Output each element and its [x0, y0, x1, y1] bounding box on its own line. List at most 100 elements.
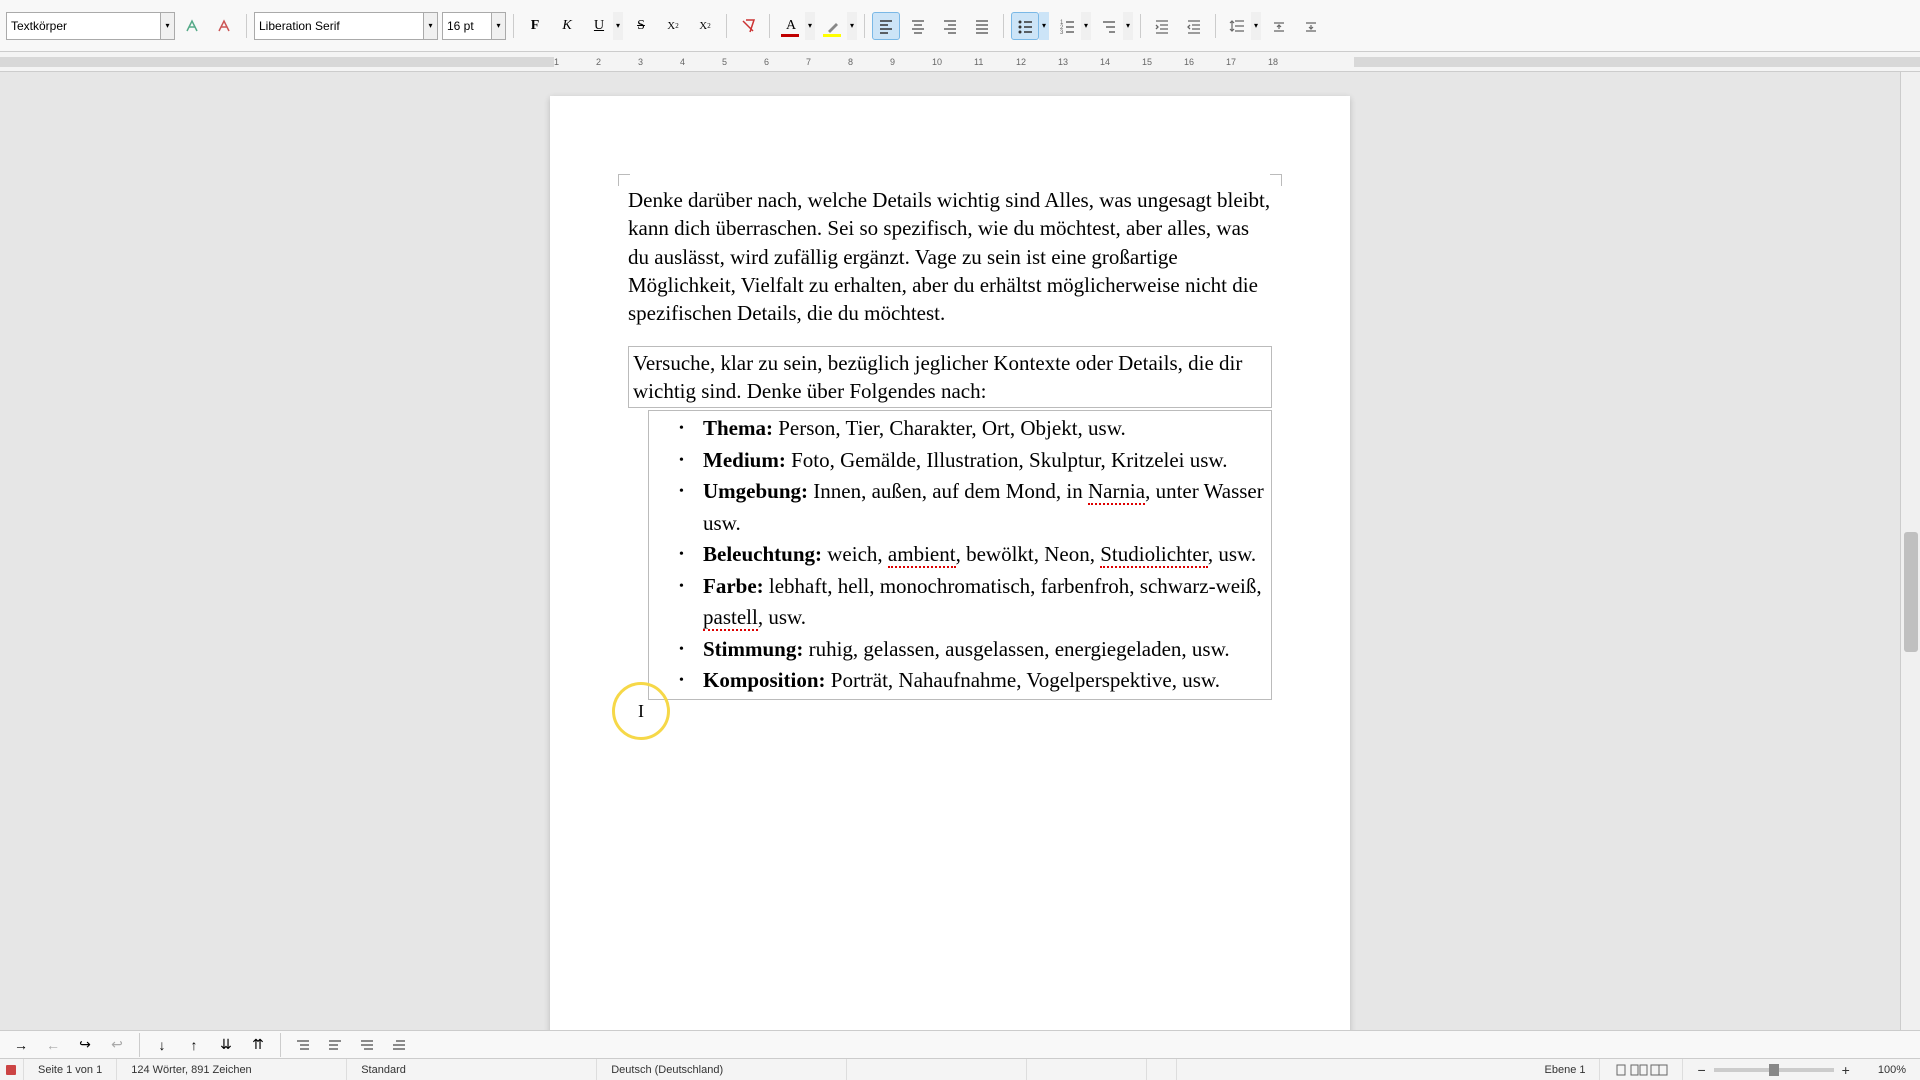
line-spacing-dropdown-arrow[interactable]: ▾ — [1251, 12, 1261, 40]
bold-button[interactable]: F — [521, 12, 549, 40]
nav-down-icon[interactable]: ↓ — [149, 1034, 175, 1056]
line-spacing-button[interactable] — [1223, 12, 1251, 40]
underline-dropdown-arrow[interactable]: ▾ — [613, 12, 623, 40]
move-up-icon[interactable] — [354, 1034, 380, 1056]
list-frame[interactable]: Thema: Person, Tier, Charakter, Ort, Obj… — [648, 410, 1272, 700]
superscript-button[interactable]: X2 — [659, 12, 687, 40]
cursor-highlight-ring: I — [612, 682, 670, 740]
list-item[interactable]: Stimmung: ruhig, gelassen, ausgelassen, … — [685, 634, 1267, 666]
misspelled-word[interactable]: ambient — [888, 542, 956, 568]
ruler-tick: 11 — [974, 57, 983, 67]
misspelled-word[interactable]: Studiolichter — [1100, 542, 1208, 568]
demote-icon[interactable] — [322, 1034, 348, 1056]
font-dropdown-arrow[interactable]: ▾ — [424, 12, 438, 40]
insert-mode-status[interactable] — [847, 1059, 1027, 1080]
update-style-icon[interactable] — [179, 12, 207, 40]
numbered-list-dropdown-arrow[interactable]: ▾ — [1081, 12, 1091, 40]
status-bar: Seite 1 von 1 124 Wörter, 891 Zeichen St… — [0, 1058, 1920, 1080]
paragraph-style-combo[interactable] — [6, 12, 161, 40]
ruler-tick: 6 — [764, 57, 769, 67]
page-number-status[interactable]: Seite 1 von 1 — [24, 1059, 117, 1080]
margin-marker — [1270, 174, 1282, 186]
text-frame[interactable]: Versuche, klar zu sein, bezüglich jeglic… — [628, 346, 1272, 409]
increase-indent-button[interactable] — [1148, 12, 1176, 40]
scrollbar-thumb[interactable] — [1904, 532, 1918, 652]
font-color-button[interactable]: A — [777, 12, 805, 40]
book-view-icon[interactable] — [1650, 1064, 1668, 1076]
view-layout-buttons[interactable] — [1600, 1059, 1683, 1080]
single-page-icon[interactable] — [1614, 1064, 1628, 1076]
align-right-button[interactable] — [936, 12, 964, 40]
save-status-icon[interactable] — [0, 1059, 24, 1080]
language-status[interactable]: Deutsch (Deutschland) — [597, 1059, 847, 1080]
align-justify-button[interactable] — [968, 12, 996, 40]
zoom-in-button[interactable]: + — [1842, 1062, 1850, 1078]
nav-page-down-icon[interactable]: ⇊ — [213, 1034, 239, 1056]
promote-icon[interactable] — [290, 1034, 316, 1056]
bullet-list-dropdown-arrow[interactable]: ▾ — [1039, 12, 1049, 40]
zoom-out-button[interactable]: − — [1697, 1062, 1705, 1078]
multi-page-icon[interactable] — [1630, 1064, 1648, 1076]
nav-back-icon[interactable]: ← — [40, 1034, 66, 1056]
highlight-button[interactable] — [819, 12, 847, 40]
size-dropdown-arrow[interactable]: ▾ — [492, 12, 506, 40]
nav-forward-link-icon[interactable]: ↪ — [72, 1034, 98, 1056]
list-item-label: Stimmung: — [703, 637, 803, 661]
italic-button[interactable]: K — [553, 12, 581, 40]
list-item-label: Umgebung: — [703, 479, 808, 503]
move-down-icon[interactable] — [386, 1034, 412, 1056]
highlight-dropdown-arrow[interactable]: ▾ — [847, 12, 857, 40]
list-item[interactable]: Medium: Foto, Gemälde, Illustration, Sku… — [685, 445, 1267, 477]
list-item[interactable]: Umgebung: Innen, außen, auf dem Mond, in… — [685, 476, 1267, 539]
style-dropdown-arrow[interactable]: ▾ — [161, 12, 175, 40]
numbered-list-button[interactable]: 123 — [1053, 12, 1081, 40]
page-style-status[interactable]: Standard — [347, 1059, 597, 1080]
decrease-indent-button[interactable] — [1180, 12, 1208, 40]
bullet-list-button[interactable] — [1011, 12, 1039, 40]
list-item-label: Komposition: — [703, 668, 826, 692]
align-center-button[interactable] — [904, 12, 932, 40]
ruler-tick: 2 — [596, 57, 601, 67]
zoom-percent[interactable]: 100% — [1864, 1059, 1920, 1080]
signature-status-icon[interactable] — [1147, 1059, 1177, 1080]
zoom-slider-thumb[interactable] — [1769, 1064, 1779, 1076]
list-item[interactable]: Beleuchtung: weich, ambient, bewölkt, Ne… — [685, 539, 1267, 571]
list-item[interactable]: Farbe: lebhaft, hell, monochromatisch, f… — [685, 571, 1267, 634]
selection-mode-status[interactable] — [1027, 1059, 1147, 1080]
ruler-tick: 3 — [638, 57, 643, 67]
font-name-combo[interactable] — [254, 12, 424, 40]
nav-back-link-icon[interactable]: ↩ — [104, 1034, 130, 1056]
list-item[interactable]: Thema: Person, Tier, Charakter, Ort, Obj… — [685, 413, 1267, 445]
body-paragraph[interactable]: Versuche, klar zu sein, bezüglich jeglic… — [633, 349, 1267, 406]
subscript-button[interactable]: X2 — [691, 12, 719, 40]
increase-spacing-button[interactable] — [1265, 12, 1293, 40]
ruler-tick: 18 — [1268, 57, 1278, 67]
list-item[interactable]: Komposition: Porträt, Nahaufnahme, Vogel… — [685, 665, 1267, 697]
word-count-status[interactable]: 124 Wörter, 891 Zeichen — [117, 1059, 347, 1080]
align-left-button[interactable] — [872, 12, 900, 40]
font-size-combo[interactable] — [442, 12, 492, 40]
ruler-tick: 16 — [1184, 57, 1194, 67]
bullet-list[interactable]: Thema: Person, Tier, Charakter, Ort, Obj… — [653, 413, 1267, 697]
nav-up-icon[interactable]: ↑ — [181, 1034, 207, 1056]
svg-text:3: 3 — [1060, 30, 1064, 34]
clear-formatting-icon[interactable] — [734, 12, 762, 40]
new-style-icon[interactable] — [211, 12, 239, 40]
font-color-dropdown-arrow[interactable]: ▾ — [805, 12, 815, 40]
misspelled-word[interactable]: pastell — [703, 605, 758, 631]
vertical-scrollbar[interactable] — [1900, 72, 1920, 1030]
nav-page-up-icon[interactable]: ⇈ — [245, 1034, 271, 1056]
underline-button[interactable]: U — [585, 12, 613, 40]
zoom-slider[interactable] — [1714, 1068, 1834, 1072]
document-area[interactable]: Denke darüber nach, welche Details wicht… — [0, 72, 1900, 1030]
outline-list-button[interactable] — [1095, 12, 1123, 40]
nav-forward-icon[interactable]: → — [8, 1034, 34, 1056]
misspelled-word[interactable]: Narnia — [1088, 479, 1145, 505]
body-paragraph[interactable]: Denke darüber nach, welche Details wicht… — [628, 186, 1272, 328]
outline-level-status[interactable]: Ebene 1 — [1531, 1059, 1601, 1080]
strikethrough-button[interactable]: S — [627, 12, 655, 40]
horizontal-ruler[interactable]: 123456789101112131415161718 — [0, 52, 1920, 72]
outline-list-dropdown-arrow[interactable]: ▾ — [1123, 12, 1133, 40]
decrease-spacing-button[interactable] — [1297, 12, 1325, 40]
page[interactable]: Denke darüber nach, welche Details wicht… — [550, 96, 1350, 1030]
